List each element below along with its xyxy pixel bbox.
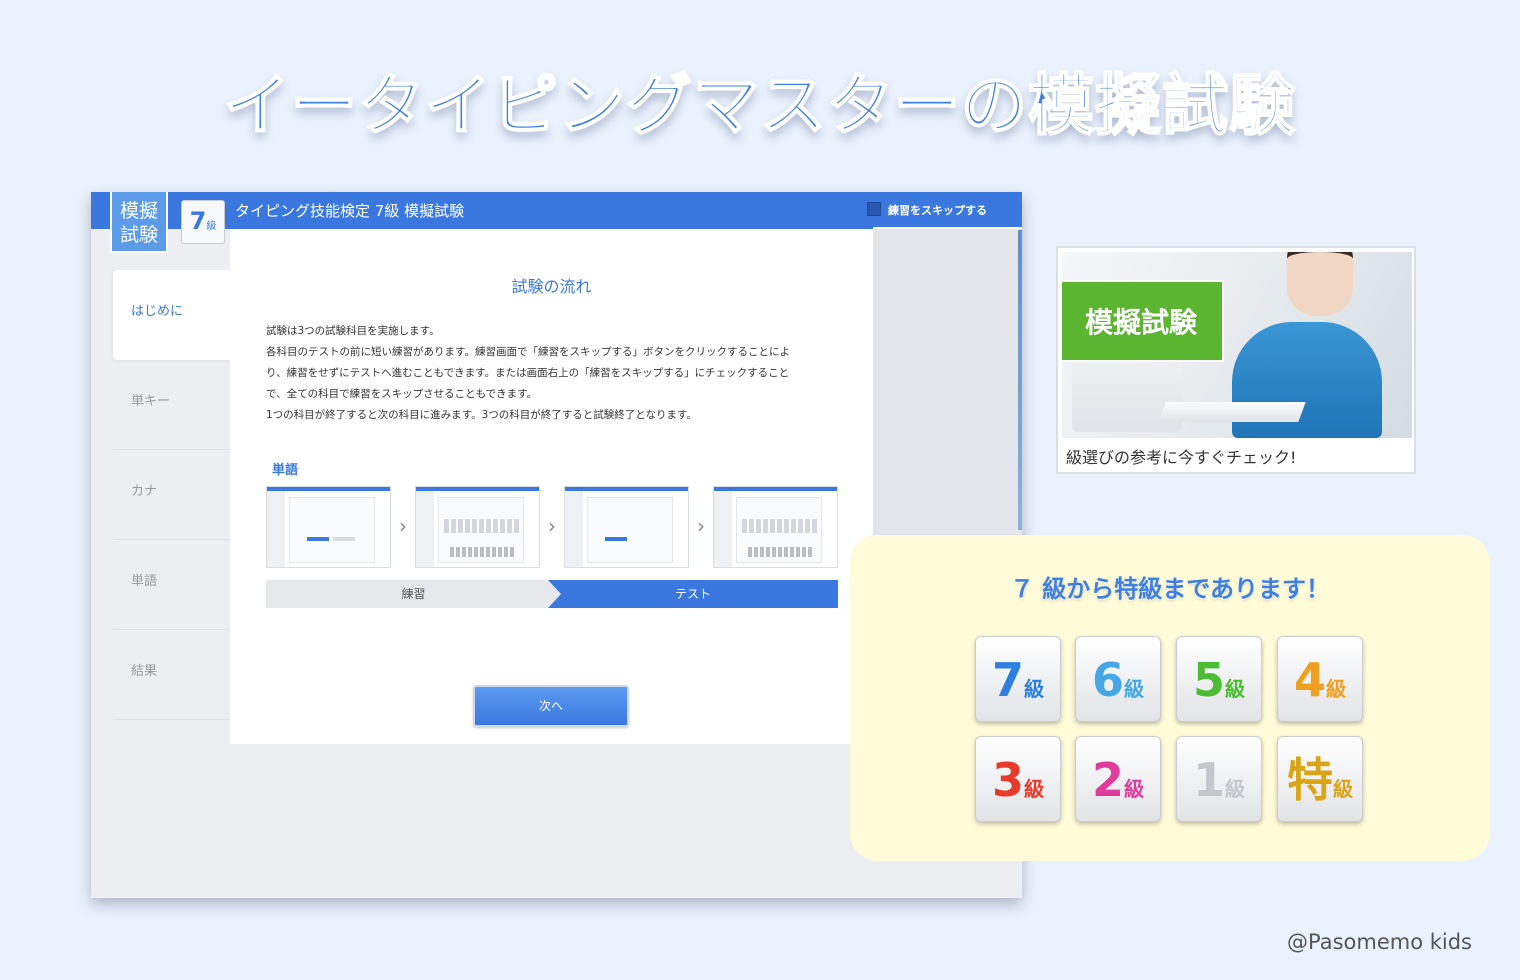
level-number: 7 (991, 653, 1024, 707)
level-number: 3 (991, 753, 1024, 807)
level-kyu: 級 (1024, 777, 1044, 801)
level-tile-6: 6級 (1075, 636, 1161, 722)
level-tile-special: 特級 (1277, 736, 1363, 822)
flow-thumbnail-test-intro (564, 486, 689, 568)
flow-thumbnail-test (713, 486, 838, 568)
promo-photo: 模擬試験 (1062, 252, 1412, 438)
level-badge: 7級 (181, 200, 225, 244)
level-kyu: 級 (1225, 777, 1245, 801)
level-tile-2: 2級 (1075, 736, 1161, 822)
level-number: 5 (1192, 653, 1225, 707)
promo-card[interactable]: 模擬試験 級選びの参考に今すぐチェック! (1056, 246, 1416, 474)
chevron-right-icon: › (548, 514, 556, 538)
description-line: り、練習をせずにテストへ進むこともできます。または画面右上の「練習をスキップする… (266, 367, 790, 379)
page-headline: イータイピングマスターの模擬試験 (223, 66, 1296, 145)
sidebar-item-intro[interactable]: はじめに (113, 270, 231, 360)
sidebar-item-kana[interactable]: カナ (113, 450, 231, 540)
promo-caption: 級選びの参考に今すぐチェック! (1066, 448, 1297, 467)
level-badge-kyu: 級 (206, 221, 217, 232)
background-window-edge (1018, 230, 1022, 530)
level-number: 4 (1293, 653, 1326, 707)
level-kyu: 級 (1124, 777, 1144, 801)
credit: @Pasomemo kids (1287, 930, 1473, 954)
level-number: 6 (1091, 653, 1124, 707)
flow-step-test: テスト (548, 580, 838, 608)
next-button[interactable]: 次へ (473, 685, 629, 727)
description-line: で、全ての科目で練習をスキップさせることもできます。 (266, 388, 538, 400)
level-tile-1: 1級 (1176, 736, 1262, 822)
section-label: 単語 (272, 463, 299, 478)
level-kyu: 級 (1225, 677, 1245, 701)
level-tile-3: 3級 (975, 736, 1061, 822)
level-number: 2 (1091, 753, 1124, 807)
person-head-illustration (1287, 252, 1353, 316)
level-kyu: 級 (1124, 677, 1144, 701)
sidebar-item-results[interactable]: 結果 (113, 630, 231, 720)
level-tile-7: 7級 (975, 636, 1061, 722)
level-kyu: 級 (1326, 677, 1346, 701)
chevron-right-icon: › (399, 514, 407, 538)
content-panel: 試験の流れ 試験は3つの試験科目を実施します。 各科目のテストの前に短い練習があ… (230, 229, 873, 744)
keyboard-illustration (1158, 402, 1306, 422)
level-number: 特 (1287, 753, 1333, 807)
level-tile-5: 5級 (1176, 636, 1262, 722)
description-line: 各科目のテストの前に短い練習があります。練習画面で「練習をスキップする」ボタンを… (266, 346, 790, 358)
chevron-right-icon: › (697, 514, 705, 538)
description-line: 1つの科目が終了すると次の科目に進みます。3つの科目が終了すると試験終了となりま… (266, 409, 697, 421)
levels-box: ７ 級から特級まであります！ 7級 6級 5級 4級 3級 2級 1級 特級 (850, 535, 1490, 861)
flow-thumbnail-practice-intro (266, 486, 391, 568)
app-title: タイピング技能検定 7級 模擬試験 (235, 202, 465, 220)
flow-bar: 練習 テスト (266, 580, 838, 608)
sidebar-item-words[interactable]: 単語 (113, 540, 231, 630)
description: 試験は3つの試験科目を実施します。 各科目のテストの前に短い練習があります。練習… (266, 321, 841, 426)
mode-badge: 模擬試験 (110, 192, 168, 253)
panel-title: 試験の流れ (511, 277, 592, 296)
level-kyu: 級 (1333, 777, 1353, 801)
skip-practice-checkbox[interactable] (867, 202, 881, 216)
level-kyu: 級 (1024, 677, 1044, 701)
skip-practice-label[interactable]: 練習をスキップする (888, 202, 987, 218)
app-topbar: タイピング技能検定 7級 模擬試験 練習をスキップする (91, 192, 1022, 229)
levels-title: ７ 級から特級まであります！ (1009, 575, 1331, 603)
flow-thumbnail-practice (415, 486, 540, 568)
sidebar-item-single-key[interactable]: 単キー (113, 360, 231, 450)
level-tile-4: 4級 (1277, 636, 1363, 722)
promo-tag: 模擬試験 (1062, 280, 1224, 362)
level-number: 1 (1192, 753, 1225, 807)
flow-step-practice: 練習 (266, 580, 561, 608)
description-line: 試験は3つの試験科目を実施します。 (266, 325, 440, 337)
level-badge-number: 7 (189, 207, 207, 235)
